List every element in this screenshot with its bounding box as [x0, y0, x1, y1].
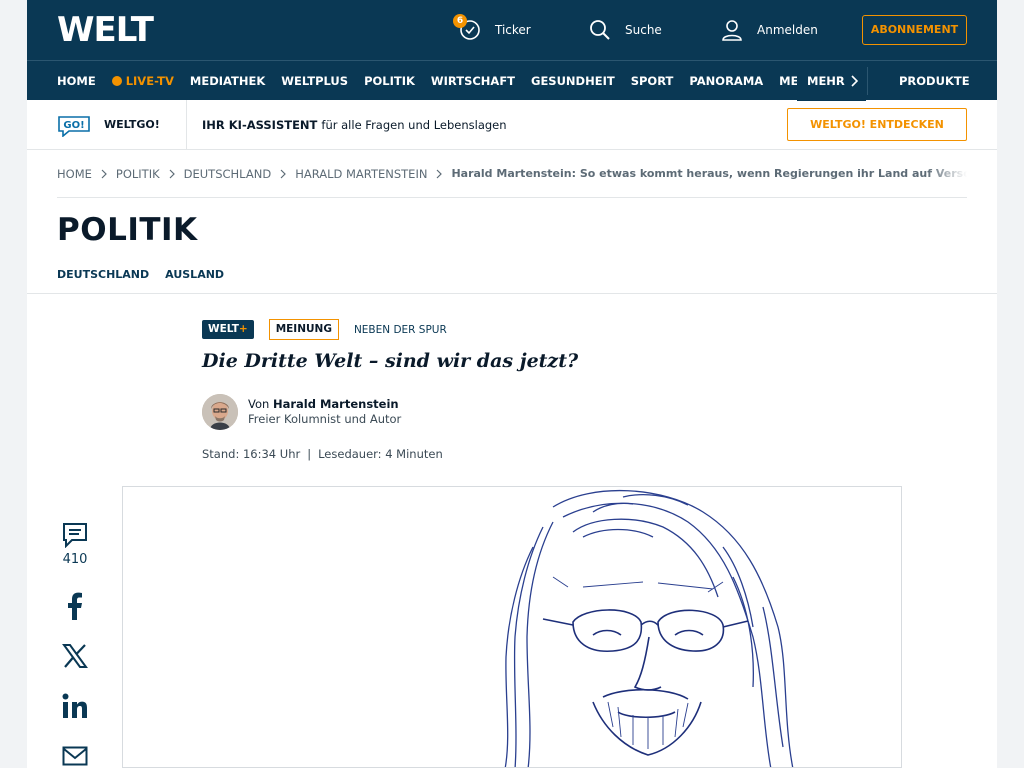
author-avatar[interactable]: [202, 394, 238, 430]
nav-item-weltplus[interactable]: WELTPLUS: [281, 74, 348, 88]
nav-item-home[interactable]: HOME: [57, 74, 96, 88]
nav-divider: [867, 67, 868, 95]
subnav-ausland[interactable]: AUSLAND: [165, 268, 224, 281]
article-tags: WELT+ MEINUNG NEBEN DER SPUR: [202, 319, 447, 340]
weltgo-logo[interactable]: GO!: [57, 115, 91, 141]
nav-item-mein[interactable]: MEIN: [779, 74, 797, 88]
comments-button[interactable]: 410: [61, 522, 89, 567]
nav-item-panorama[interactable]: PANORAMA: [689, 74, 763, 88]
nav-products-button[interactable]: PRODUKTE: [899, 61, 970, 101]
main-nav: HOME LIVE-TV MEDIATHEK WELTPLUS POLITIK …: [27, 60, 997, 101]
search-label: Suche: [625, 23, 662, 37]
nav-item-sport[interactable]: SPORT: [631, 74, 674, 88]
login-label: Anmelden: [757, 23, 818, 37]
weltgo-tagline-text: für alle Fragen und Lebenslagen: [321, 118, 507, 132]
weltgo-bar: GO! WELTGO! IHR KI-ASSISTENT für alle Fra…: [27, 100, 997, 150]
page: WELT 6 Ticker Suche Anmelden ABONNEMENT …: [27, 0, 997, 768]
user-icon: [722, 20, 742, 41]
welt-logo[interactable]: WELT: [57, 10, 154, 50]
comment-icon: [63, 523, 87, 548]
weltplus-badge: WELT+: [202, 320, 254, 339]
article-headline: Die Dritte Welt – sind wir das jetzt?: [202, 350, 579, 372]
share-linkedin-button[interactable]: [61, 693, 89, 719]
breadcrumb-home[interactable]: HOME: [57, 167, 92, 181]
nav-item-gesundheit[interactable]: GESUNDHEIT: [531, 74, 615, 88]
search-button[interactable]: Suche: [589, 17, 662, 43]
weltplus-badge-plus: +: [238, 323, 248, 335]
author-name[interactable]: Harald Martenstein: [273, 397, 399, 411]
nav-more-label: MEHR: [807, 74, 845, 88]
nav-item-wirtschaft[interactable]: WIRTSCHAFT: [431, 74, 515, 88]
live-dot-icon: [111, 76, 122, 86]
facebook-icon: [68, 592, 82, 620]
chevron-right-icon: [851, 75, 858, 87]
breadcrumb-deutschland[interactable]: DEUTSCHLAND: [184, 167, 272, 181]
weltgo-logo-text: GO!: [63, 120, 84, 131]
search-icon: [590, 20, 610, 40]
section-title[interactable]: POLITIK: [57, 212, 198, 248]
breadcrumb-fade: [927, 150, 967, 196]
breadcrumb-current: Harald Martenstein: So etwas kommt herau…: [451, 167, 967, 180]
share-facebook-button[interactable]: [61, 592, 89, 620]
share-x-button[interactable]: [61, 643, 89, 669]
go-speech-icon: GO!: [58, 116, 90, 138]
author-portrait-illustration: [504, 489, 794, 767]
breadcrumb-author[interactable]: HARALD MARTENSTEIN: [295, 167, 427, 181]
weltgo-tagline: IHR KI-ASSISTENT für alle Fragen und Lebe…: [202, 100, 507, 150]
weltplus-badge-text: WELT: [208, 323, 239, 335]
weltgo-tagline-bold: IHR KI-ASSISTENT: [202, 118, 318, 132]
author-photo: [202, 394, 238, 430]
nav-item-politik[interactable]: POLITIK: [364, 74, 415, 88]
linkedin-icon: [62, 693, 87, 718]
mail-icon: [62, 746, 88, 766]
author-role: Freier Kolumnist und Autor: [248, 412, 402, 426]
ticker-label: Ticker: [495, 23, 531, 37]
weltgo-divider: [186, 100, 187, 150]
column-kicker[interactable]: NEBEN DER SPUR: [354, 324, 447, 336]
meta-separator: |: [307, 447, 312, 461]
section-subnav: DEUTSCHLAND AUSLAND: [57, 268, 240, 281]
chevron-right-icon: [436, 169, 443, 179]
subscribe-button[interactable]: ABONNEMENT: [862, 15, 967, 45]
reading-time: Lesedauer: 4 Minuten: [318, 447, 443, 461]
chevron-right-icon: [280, 169, 287, 179]
weltgo-discover-button[interactable]: WELTGO! ENTDECKEN: [787, 108, 967, 141]
chevron-right-icon: [101, 169, 107, 179]
nav-more-button[interactable]: MEHR: [797, 61, 866, 101]
comment-count: 410: [62, 552, 88, 567]
nav-item-live-tv-label: LIVE-TV: [125, 74, 174, 88]
nav-list: HOME LIVE-TV MEDIATHEK WELTPLUS POLITIK …: [57, 61, 797, 101]
article-meta: Stand: 16:34 Uhr | Lesedauer: 4 Minuten: [202, 447, 443, 461]
ticker-badge: 6: [453, 14, 467, 28]
nav-item-live-tv[interactable]: LIVE-TV: [111, 74, 174, 88]
breadcrumb-politik[interactable]: POLITIK: [116, 167, 160, 181]
chevron-right-icon: [169, 169, 175, 179]
share-mail-button[interactable]: [61, 746, 89, 766]
opinion-badge: MEINUNG: [268, 319, 339, 340]
article-timestamp: Stand: 16:34 Uhr: [202, 447, 301, 461]
subnav-deutschland[interactable]: DEUTSCHLAND: [57, 268, 149, 281]
nav-item-mediathek[interactable]: MEDIATHEK: [190, 74, 265, 88]
x-icon: [62, 644, 88, 668]
ticker-button[interactable]: 6 Ticker: [453, 14, 531, 43]
author-prefix: Von: [248, 397, 270, 411]
breadcrumb: HOME POLITIK DEUTSCHLAND HARALD MARTENST…: [57, 150, 967, 198]
weltgo-name[interactable]: WELTGO!: [104, 100, 160, 150]
author-byline: Von Harald Martenstein: [248, 396, 399, 412]
section-divider: [27, 293, 997, 294]
top-header: WELT 6 Ticker Suche Anmelden ABONNEMENT: [27, 0, 997, 60]
article-hero-image[interactable]: [122, 486, 902, 768]
login-button[interactable]: Anmelden: [721, 17, 818, 43]
